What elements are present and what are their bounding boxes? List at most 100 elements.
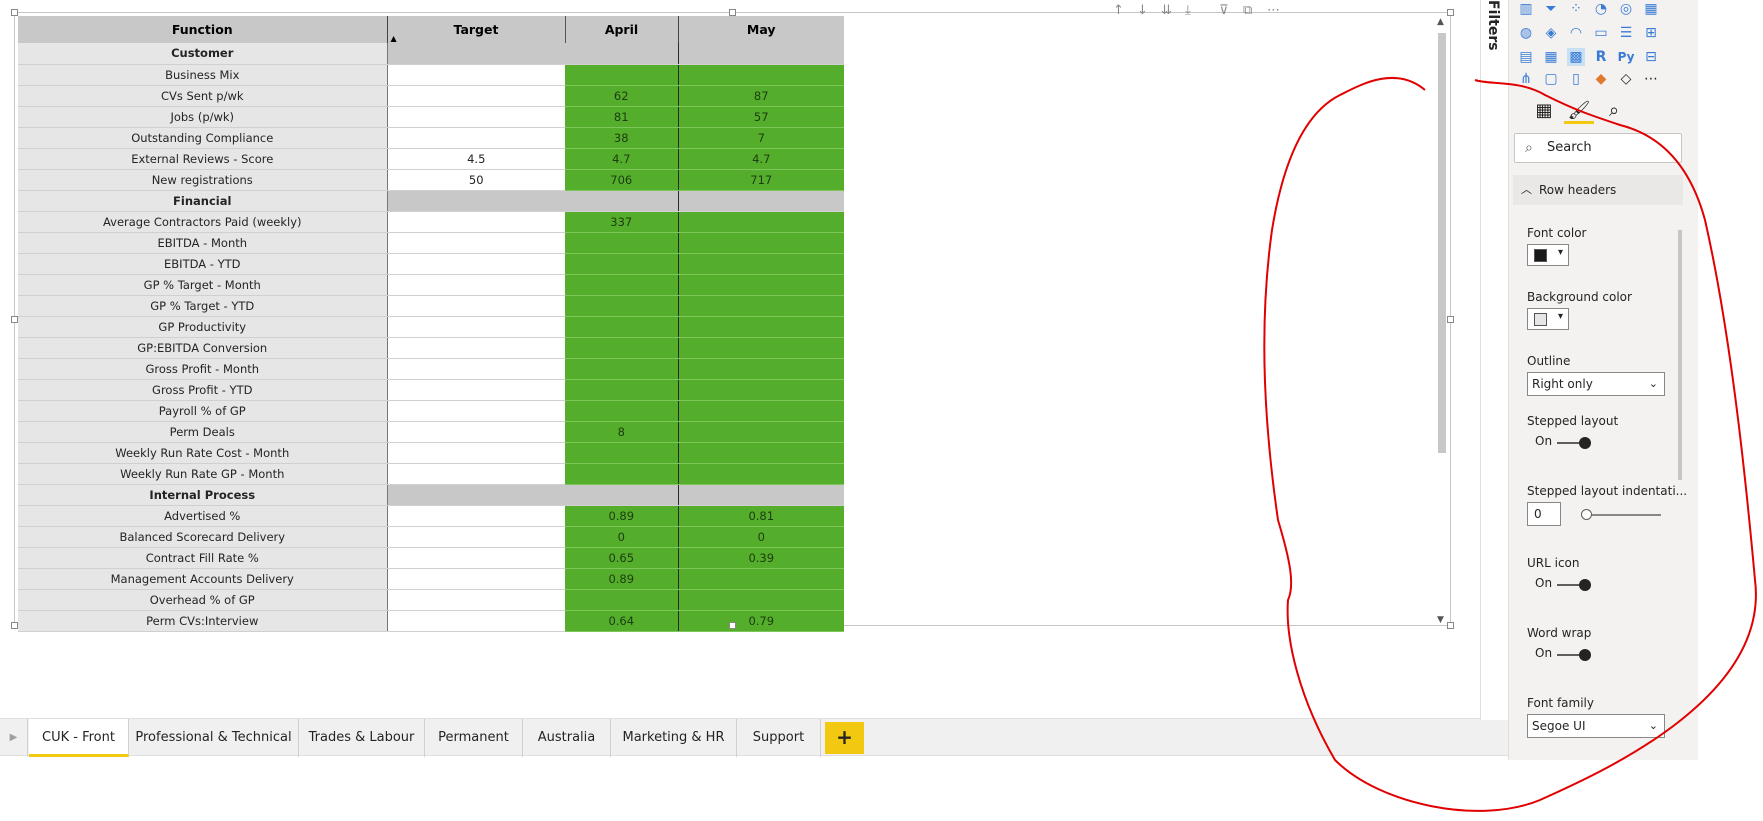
- fields-tab-icon[interactable]: ▦: [1529, 98, 1559, 124]
- row-header-cell[interactable]: Gross Profit - Month: [18, 358, 388, 380]
- outline-dropdown[interactable]: Right only ⌄: [1527, 372, 1665, 396]
- resize-handle[interactable]: [11, 622, 18, 629]
- funnel-chart-icon[interactable]: ⏷: [1542, 0, 1560, 18]
- tab-marketing-hr[interactable]: Marketing & HR: [611, 719, 737, 757]
- resize-handle[interactable]: [11, 316, 18, 323]
- scroll-down-icon[interactable]: ▼: [1437, 615, 1444, 625]
- font-family-dropdown[interactable]: Segoe UI ⌄: [1527, 714, 1665, 738]
- row-header-cell[interactable]: GP % Target - YTD: [18, 295, 388, 317]
- column-header-may[interactable]: May: [678, 16, 844, 43]
- resize-handle[interactable]: [729, 9, 736, 16]
- expand-all-icon[interactable]: ⤓: [1185, 3, 1191, 18]
- power-apps-icon[interactable]: ◇: [1617, 70, 1635, 88]
- row-header-cell[interactable]: Jobs (p/wk): [18, 106, 388, 128]
- drill-up-icon[interactable]: ↑: [1113, 3, 1124, 18]
- donut-chart-icon[interactable]: ◎: [1617, 0, 1635, 18]
- matrix-visual[interactable]: ↑ ↓ ⇊ ⤓ ⊽ ⧉ ⋯ Function Target ▲ April Ma…: [11, 3, 1454, 632]
- paginated-report-icon[interactable]: ▯: [1567, 70, 1585, 88]
- more-visuals-icon[interactable]: ⋯: [1642, 70, 1660, 88]
- scatter-chart-icon[interactable]: ⁘: [1567, 0, 1585, 18]
- slider-knob[interactable]: [1581, 509, 1592, 520]
- row-header-cell[interactable]: GP % Target - Month: [18, 274, 388, 296]
- key-influencers-icon[interactable]: ⊟: [1642, 48, 1660, 66]
- r-script-visual-icon[interactable]: R: [1592, 48, 1610, 66]
- row-header-cell[interactable]: Balanced Scorecard Delivery: [18, 526, 388, 548]
- row-header-cell[interactable]: EBITDA - YTD: [18, 253, 388, 275]
- row-header-cell[interactable]: Weekly Run Rate GP - Month: [18, 463, 388, 485]
- row-header-cell[interactable]: Advertised %: [18, 505, 388, 527]
- pane-scrollbar[interactable]: [1678, 230, 1682, 480]
- matrix-vertical-scrollbar[interactable]: ▲ ▼: [1437, 17, 1446, 625]
- resize-handle[interactable]: [11, 9, 18, 16]
- row-header-cell[interactable]: GP:EBITDA Conversion: [18, 337, 388, 359]
- row-header-cell[interactable]: Outstanding Compliance: [18, 127, 388, 149]
- scroll-up-icon[interactable]: ▲: [1437, 17, 1444, 27]
- resize-handle[interactable]: [1447, 316, 1454, 323]
- slicer-icon[interactable]: ▤: [1517, 48, 1535, 66]
- column-header-target[interactable]: Target ▲: [387, 16, 566, 43]
- table-icon[interactable]: ▦: [1542, 48, 1560, 66]
- multi-row-card-icon[interactable]: ☰: [1617, 24, 1635, 42]
- matrix-icon[interactable]: ▩: [1567, 48, 1585, 66]
- row-header-cell[interactable]: External Reviews - Score: [18, 148, 388, 170]
- resize-handle[interactable]: [1447, 622, 1454, 629]
- format-search-input[interactable]: ⌕ Search: [1514, 133, 1682, 163]
- python-visual-icon[interactable]: Py: [1617, 48, 1635, 66]
- resize-handle[interactable]: [1447, 9, 1454, 16]
- background-color-picker[interactable]: ▾: [1527, 308, 1569, 330]
- filters-pane-collapsed[interactable]: Filters: [1480, 0, 1508, 720]
- row-header-cell[interactable]: Management Accounts Delivery: [18, 568, 388, 590]
- row-header-cell[interactable]: CVs Sent p/wk: [18, 85, 388, 107]
- map-icon[interactable]: ◍: [1517, 24, 1535, 42]
- custom-visual-icon[interactable]: ◆: [1592, 70, 1610, 88]
- word-wrap-toggle[interactable]: On: [1535, 646, 1591, 661]
- row-header-cell[interactable]: New registrations: [18, 169, 388, 191]
- tab-scroll-left-icon[interactable]: ▶: [0, 719, 28, 757]
- focus-mode-icon[interactable]: ⧉: [1243, 3, 1252, 18]
- tab-australia[interactable]: Australia: [523, 719, 611, 757]
- more-options-icon[interactable]: ⋯: [1267, 3, 1280, 18]
- row-header-cell[interactable]: Perm Deals: [18, 421, 388, 443]
- row-header-cell[interactable]: GP Productivity: [18, 316, 388, 338]
- format-paintbrush-icon[interactable]: 🖌: [1564, 98, 1594, 124]
- scrollbar-thumb[interactable]: [1438, 33, 1446, 453]
- treemap-icon[interactable]: ▦: [1642, 0, 1660, 18]
- row-header-cell[interactable]: Weekly Run Rate Cost - Month: [18, 442, 388, 464]
- tab-permanent[interactable]: Permanent: [425, 719, 523, 757]
- row-header-cell[interactable]: Perm CVs:Interview: [18, 610, 388, 632]
- kpi-icon[interactable]: ⊞: [1642, 24, 1660, 42]
- row-header-cell[interactable]: Overhead % of GP: [18, 589, 388, 611]
- stepped-layout-toggle[interactable]: On: [1535, 434, 1591, 449]
- qa-visual-icon[interactable]: ▢: [1542, 70, 1560, 88]
- add-page-button[interactable]: +: [825, 722, 864, 754]
- stepped-indent-input[interactable]: 0: [1527, 502, 1561, 526]
- tab-trades-labour[interactable]: Trades & Labour: [299, 719, 425, 757]
- font-color-picker[interactable]: ▾: [1527, 244, 1569, 266]
- row-header-cell[interactable]: Business Mix: [18, 64, 388, 86]
- decomposition-tree-icon[interactable]: ⋔: [1517, 70, 1535, 88]
- card-icon[interactable]: ▭: [1592, 24, 1610, 42]
- row-headers-section[interactable]: ︿ Row headers: [1513, 175, 1683, 205]
- stacked-column-chart-icon[interactable]: ▥: [1517, 0, 1535, 18]
- resize-handle[interactable]: [729, 622, 736, 629]
- column-header-april[interactable]: April: [564, 16, 679, 43]
- row-header-cell[interactable]: Contract Fill Rate %: [18, 547, 388, 569]
- row-header-cell[interactable]: Gross Profit - YTD: [18, 379, 388, 401]
- url-icon-toggle[interactable]: On: [1535, 576, 1591, 591]
- gauge-icon[interactable]: ◠: [1567, 24, 1585, 42]
- tab-professional-technical[interactable]: Professional & Technical: [129, 719, 299, 757]
- filter-icon[interactable]: ⊽: [1219, 3, 1229, 18]
- filled-map-icon[interactable]: ◈: [1542, 24, 1560, 42]
- row-header-cell[interactable]: Average Contractors Paid (weekly): [18, 211, 388, 233]
- column-header-function[interactable]: Function: [18, 16, 388, 43]
- group-label[interactable]: Internal Process: [18, 484, 388, 506]
- tab-support[interactable]: Support: [737, 719, 821, 757]
- drill-down-icon[interactable]: ↓: [1137, 3, 1148, 18]
- analytics-icon[interactable]: ⌕: [1599, 98, 1629, 124]
- row-header-cell[interactable]: Payroll % of GP: [18, 400, 388, 422]
- row-header-cell[interactable]: EBITDA - Month: [18, 232, 388, 254]
- group-label[interactable]: Customer: [18, 43, 388, 65]
- stepped-indent-slider[interactable]: [1581, 509, 1661, 520]
- expand-next-level-icon[interactable]: ⇊: [1161, 3, 1172, 18]
- tab-cuk-front[interactable]: CUK - Front: [29, 719, 129, 757]
